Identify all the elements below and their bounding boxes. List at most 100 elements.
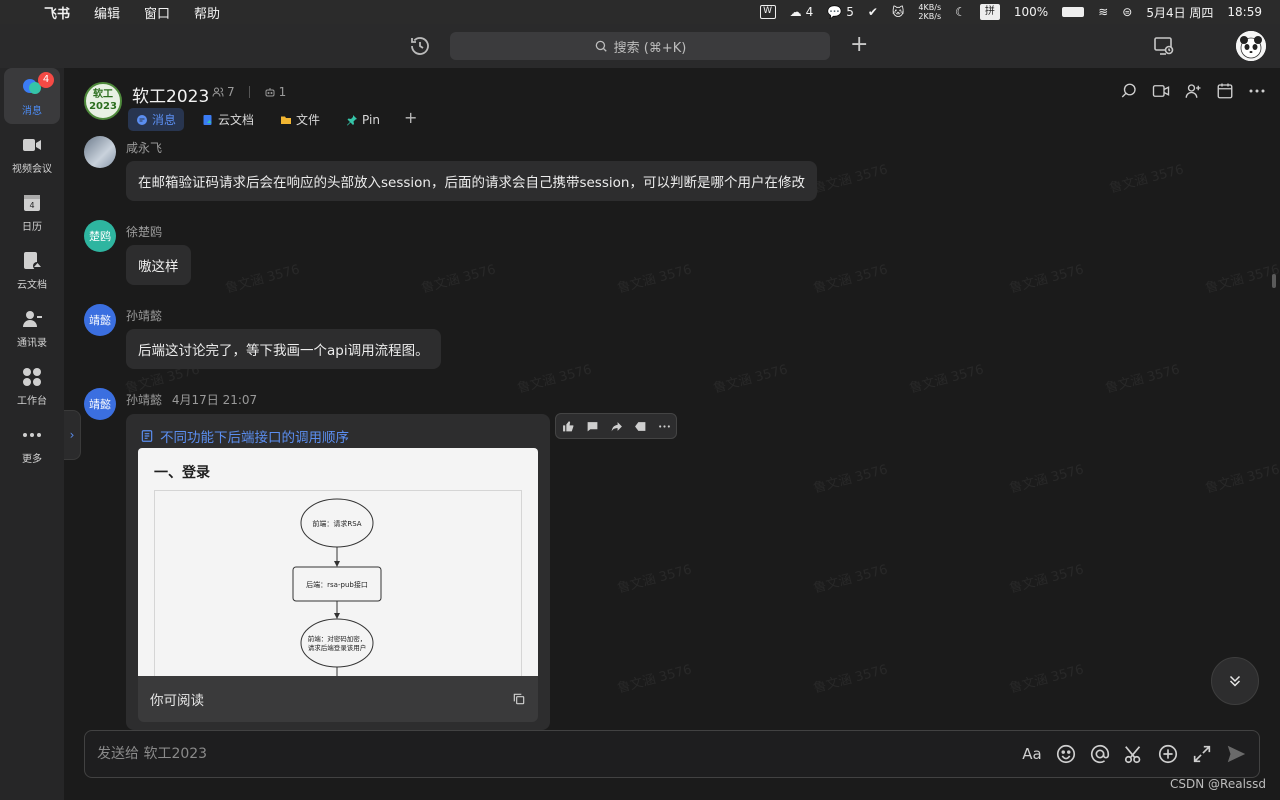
contacts-icon	[21, 308, 43, 330]
message-sender[interactable]: 咸永飞	[126, 139, 162, 156]
video-camera-icon	[21, 134, 43, 156]
doc-permission[interactable]: 你可阅读	[150, 689, 204, 709]
doc-card[interactable]: 不同功能下后端接口的调用顺序 一、登录 前端：请求RSA 后端：rsa-pub接…	[126, 414, 550, 730]
message-input[interactable]	[85, 731, 1005, 777]
screenshot-scissors-icon[interactable]	[1123, 743, 1145, 765]
group-meta: 7 1	[212, 85, 286, 99]
message-bubble[interactable]: 在邮箱验证码请求后会在响应的头部放入session，后面的请求会自己携带sess…	[126, 161, 817, 201]
search-input[interactable]: 搜索 (⌘+K)	[450, 32, 830, 60]
flowchart-frame: 前端：请求RSA 后端：rsa-pub接口 前端：对密码加密， 请求后端登录该用…	[154, 490, 522, 676]
chat-tabs: 消息 云文档 文件 Pin +	[128, 108, 423, 131]
net-up: 4KB/s	[918, 3, 942, 12]
reply-bubble-icon[interactable]	[580, 414, 604, 438]
avatar-sun-jingyi[interactable]: 靖懿	[84, 388, 116, 420]
user-avatar[interactable]	[1236, 31, 1266, 61]
watermark: 鲁文涵 3576	[1107, 162, 1186, 197]
screen-share-icon[interactable]	[1152, 34, 1176, 58]
history-icon[interactable]	[408, 34, 432, 58]
bot-count-value: 1	[278, 85, 287, 99]
quote-reply-icon[interactable]	[628, 414, 652, 438]
menu-time[interactable]: 18:59	[1227, 5, 1262, 19]
group-name[interactable]: 软工2023	[132, 82, 209, 107]
wechat-tray[interactable]: 💬 5	[827, 5, 854, 19]
net-down: 2KB/s	[918, 12, 942, 21]
search-chat-icon[interactable]	[1120, 82, 1138, 100]
sidebar-item-contacts[interactable]: 通讯录	[4, 300, 60, 356]
scroll-to-bottom-button[interactable]	[1211, 657, 1259, 705]
flow-node-label: 前端：对密码加密，	[308, 634, 367, 643]
tab-cloud-docs[interactable]: 云文档	[194, 108, 262, 131]
watermark: 鲁文涵 3576	[1103, 362, 1182, 397]
emoji-icon[interactable]	[1055, 743, 1077, 765]
tab-pin[interactable]: Pin	[338, 108, 388, 131]
doc-title-link[interactable]: 不同功能下后端接口的调用顺序	[140, 426, 349, 446]
cloud-doc-tab-icon	[203, 114, 212, 125]
tab-messages[interactable]: 消息	[128, 108, 185, 131]
menu-help[interactable]: 帮助	[194, 3, 220, 22]
tab-label: 消息	[152, 113, 177, 127]
chevron-right-icon: ›	[69, 428, 75, 442]
mention-icon[interactable]	[1089, 743, 1111, 765]
expand-icon[interactable]	[1191, 743, 1213, 765]
expand-sidebar-button[interactable]: ›	[64, 410, 81, 460]
avatar-xu-chuou[interactable]: 楚鸥	[84, 220, 116, 252]
sidebar-item-label: 通讯录	[17, 337, 47, 349]
sidebar-item-workspace[interactable]: 工作台	[4, 358, 60, 414]
moon-icon[interactable]: ☾	[955, 5, 966, 19]
text-format-icon[interactable]: Aa	[1021, 743, 1043, 765]
send-icon[interactable]	[1225, 743, 1247, 765]
more-actions-icon[interactable]	[652, 414, 676, 438]
wifi-icon[interactable]: ≋	[1098, 5, 1108, 19]
tab-files[interactable]: 文件	[272, 108, 328, 131]
bot-count[interactable]: 1	[264, 85, 287, 99]
wps-tray[interactable]: W	[759, 5, 776, 19]
control-center-icon[interactable]: ⊜	[1122, 5, 1132, 19]
video-call-icon[interactable]	[1152, 82, 1170, 100]
input-method[interactable]: 拼	[979, 4, 1000, 20]
member-count[interactable]: 7	[212, 85, 235, 99]
message-sender[interactable]: 孙靖懿	[126, 307, 162, 324]
members-icon	[212, 87, 224, 97]
sidebar-item-messages[interactable]: 4 消息	[4, 68, 60, 124]
battery-icon[interactable]	[1062, 7, 1085, 17]
watermark: 鲁文涵 3576	[1203, 262, 1280, 297]
more-dots-icon	[21, 424, 43, 446]
copy-link-icon[interactable]	[512, 692, 526, 706]
message-sender[interactable]: 徐楚鸥	[126, 223, 162, 240]
watermark: 鲁文涵 3576	[711, 362, 790, 397]
chat-scrollbar[interactable]	[1272, 274, 1276, 288]
notification-tray[interactable]: ☁ 4	[790, 5, 814, 19]
message-bubble[interactable]: 后端这讨论完了，等下我画一个api调用流程图。	[126, 329, 441, 369]
more-options-icon[interactable]	[1248, 82, 1266, 100]
add-tab-icon[interactable]: +	[398, 108, 423, 131]
menu-app-name[interactable]: 飞书	[44, 3, 70, 22]
avatar-xian-yongfei[interactable]	[84, 136, 116, 168]
avatar-sun-jingyi[interactable]: 靖懿	[84, 304, 116, 336]
check-circle-icon[interactable]: ✔	[868, 5, 878, 19]
sidebar-item-video[interactable]: 视频会议	[4, 126, 60, 182]
message-bubble[interactable]: 嗷这样	[126, 245, 191, 285]
menu-date[interactable]: 5月4日 周四	[1146, 4, 1213, 21]
forward-icon[interactable]	[604, 414, 628, 438]
menu-edit[interactable]: 编辑	[94, 3, 120, 22]
watermark: 鲁文涵 3576	[811, 262, 890, 297]
sidebar-item-cloud-docs[interactable]: 云文档	[4, 242, 60, 298]
message-sender[interactable]: 孙靖懿	[126, 393, 162, 407]
unread-badge: 4	[38, 72, 54, 88]
menu-window[interactable]: 窗口	[144, 3, 170, 22]
create-plus-icon[interactable]: +	[850, 33, 868, 57]
add-member-icon[interactable]	[1184, 82, 1202, 100]
calendar-event-icon[interactable]	[1216, 82, 1234, 100]
net-speed: 4KB/s 2KB/s	[918, 3, 941, 21]
sidebar-item-more[interactable]: 更多	[4, 416, 60, 472]
thumbs-up-icon[interactable]	[556, 414, 580, 438]
group-avatar[interactable]: 软工2023	[84, 82, 122, 120]
cat-icon[interactable]: 🐱	[892, 5, 905, 19]
flow-arrowhead	[334, 561, 340, 567]
doc-preview[interactable]: 一、登录 前端：请求RSA 后端：rsa-pub接口 前端：对密码加密， 请求后…	[138, 448, 538, 676]
watermark: 鲁文涵 3576	[223, 262, 302, 297]
watermark: 鲁文涵 3576	[1007, 262, 1086, 297]
flow-arrowhead	[334, 613, 340, 619]
add-attachment-icon[interactable]	[1157, 743, 1179, 765]
sidebar-item-calendar[interactable]: 4 日历	[4, 184, 60, 240]
